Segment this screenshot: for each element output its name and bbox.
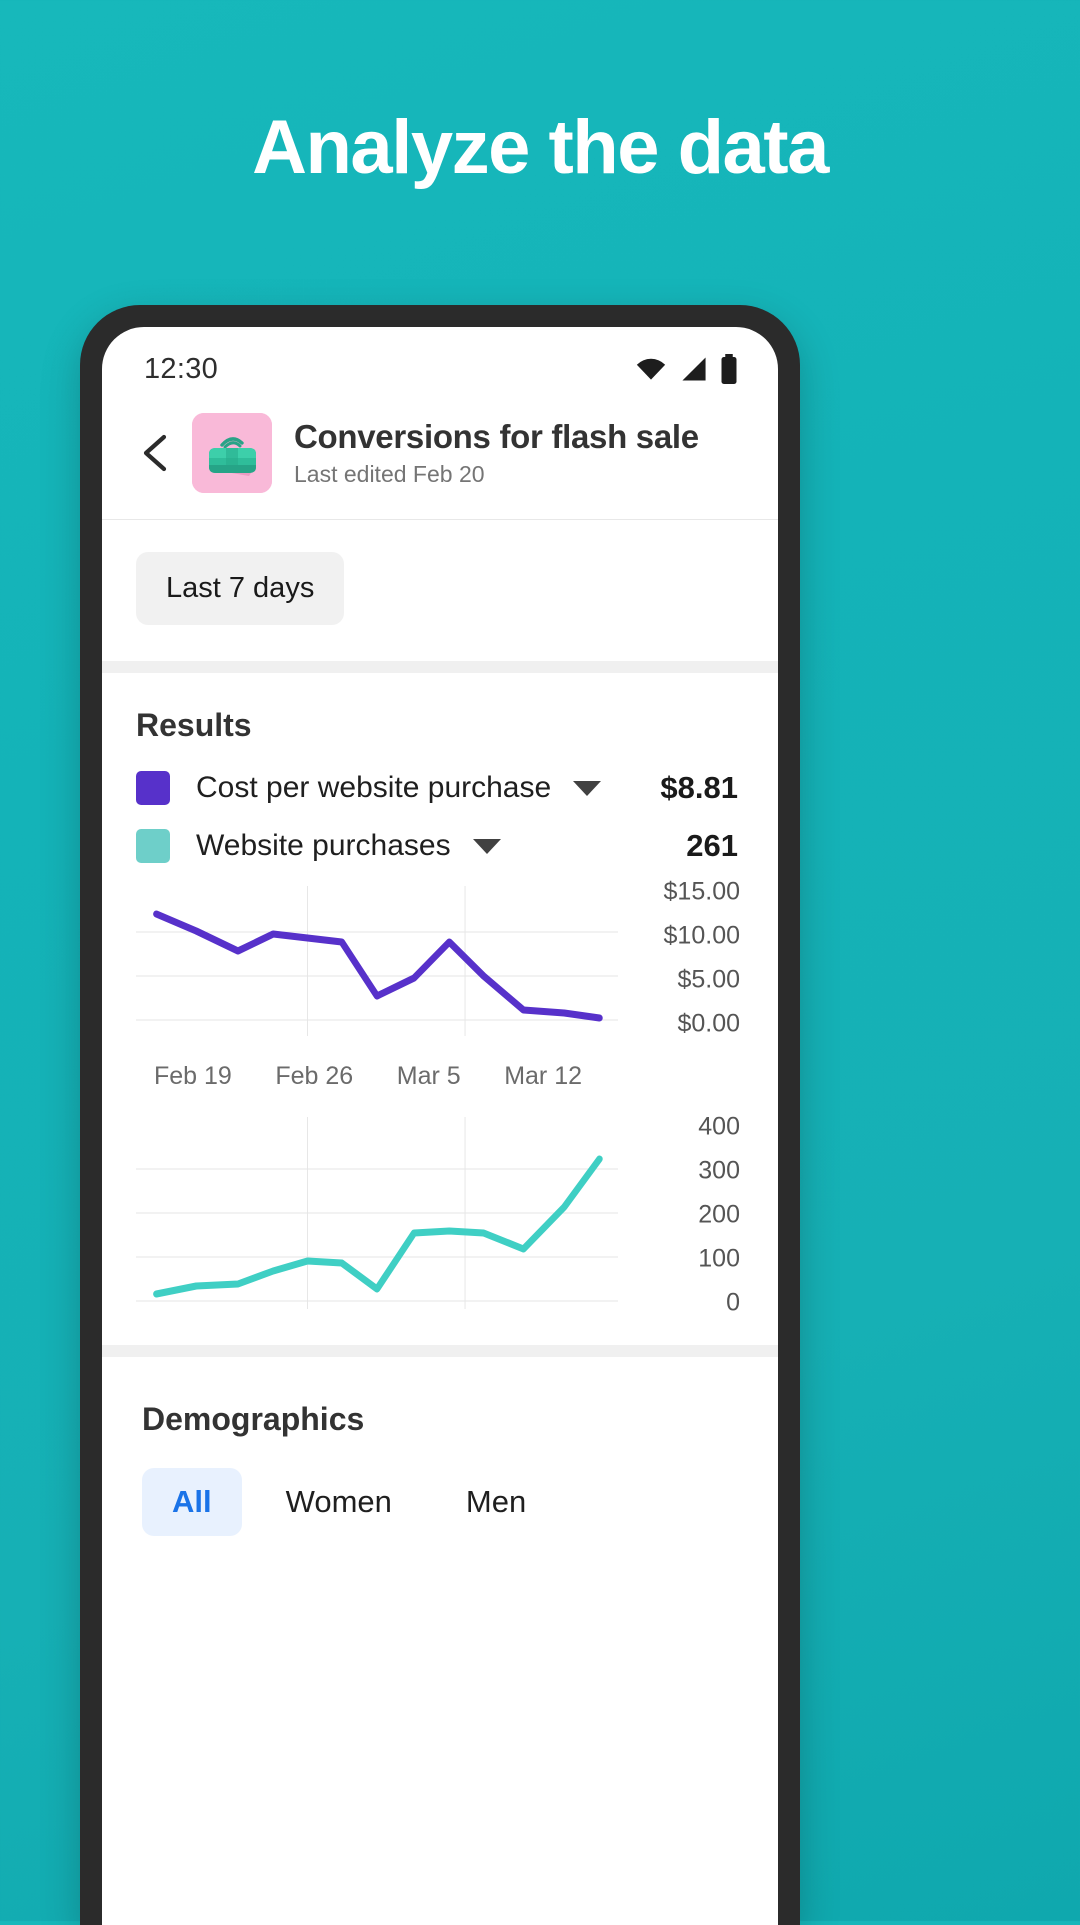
phone-mockup: 12:30 Conversions for flash sale Last ed… bbox=[80, 305, 800, 1925]
demographics-segmented-control: All Women Men bbox=[142, 1468, 744, 1536]
status-bar-icons bbox=[634, 354, 738, 384]
x-tick: Feb 26 bbox=[275, 1062, 354, 1090]
chevron-down-icon[interactable] bbox=[472, 838, 501, 854]
demographics-heading: Demographics bbox=[142, 1401, 365, 1437]
metric-label: Cost per website purchase bbox=[196, 771, 552, 804]
demographics-card: Demographics All Women Men bbox=[102, 1357, 778, 1536]
y-tick: 100 bbox=[698, 1244, 740, 1273]
chevron-left-icon bbox=[143, 434, 167, 472]
tab-women[interactable]: Women bbox=[256, 1468, 422, 1536]
page-subtitle: Last edited Feb 20 bbox=[294, 461, 485, 488]
y-tick: $5.00 bbox=[677, 965, 740, 994]
y-tick: 400 bbox=[698, 1112, 740, 1141]
results-heading: Results bbox=[136, 707, 252, 743]
y-tick: $0.00 bbox=[677, 1009, 740, 1038]
wifi-icon bbox=[636, 358, 666, 380]
chart-svg-purchases bbox=[136, 1117, 618, 1309]
chart-y-axis-purchases: 400 300 200 100 0 bbox=[618, 1113, 748, 1317]
chevron-down-icon[interactable] bbox=[573, 780, 602, 796]
app-bar-titles: Conversions for flash sale Last edited F… bbox=[294, 418, 699, 489]
section-divider bbox=[102, 661, 778, 673]
chart-cost-per-purchase: $15.00 $10.00 $5.00 $0.00 Feb 19 Feb 26 … bbox=[136, 878, 748, 1091]
signal-icon bbox=[682, 357, 706, 381]
hero-banner: Analyze the data bbox=[0, 0, 1080, 188]
section-divider bbox=[102, 1345, 778, 1357]
battery-icon bbox=[721, 354, 737, 384]
metric-row-purchases[interactable]: Website purchases 261 bbox=[136, 828, 748, 864]
duffel-bag-icon bbox=[192, 413, 272, 493]
filter-row: Last 7 days bbox=[102, 520, 778, 661]
phone-screen: 12:30 Conversions for flash sale Last ed… bbox=[102, 327, 778, 1925]
chart-x-axis-cost: Feb 19 Feb 26 Mar 5 Mar 12 bbox=[136, 1046, 618, 1091]
x-tick: Mar 12 bbox=[504, 1062, 582, 1090]
app-bar: Conversions for flash sale Last edited F… bbox=[102, 399, 778, 520]
campaign-thumbnail bbox=[192, 413, 272, 493]
x-tick: Mar 5 bbox=[396, 1062, 461, 1090]
metric-label: Website purchases bbox=[196, 829, 451, 862]
status-bar-clock: 12:30 bbox=[144, 352, 219, 385]
metric-color-swatch bbox=[136, 829, 170, 863]
y-tick: $10.00 bbox=[663, 921, 740, 950]
chart-plot-area bbox=[136, 1117, 618, 1317]
metric-value: $8.81 bbox=[660, 770, 738, 805]
back-button[interactable] bbox=[128, 426, 182, 480]
status-bar: 12:30 bbox=[102, 327, 778, 399]
date-range-chip[interactable]: Last 7 days bbox=[136, 552, 345, 625]
tab-men[interactable]: Men bbox=[436, 1468, 556, 1536]
y-tick: $15.00 bbox=[663, 877, 740, 906]
metric-color-swatch bbox=[136, 771, 170, 805]
y-tick: 300 bbox=[698, 1156, 740, 1185]
metric-value: 261 bbox=[686, 828, 738, 863]
tab-all[interactable]: All bbox=[142, 1468, 242, 1536]
x-tick: Feb 19 bbox=[154, 1062, 232, 1090]
page-title: Conversions for flash sale bbox=[294, 417, 699, 455]
chart-svg-cost bbox=[136, 886, 618, 1036]
hero-title: Analyze the data bbox=[252, 105, 829, 190]
y-tick: 0 bbox=[726, 1288, 740, 1317]
y-tick: 200 bbox=[698, 1200, 740, 1229]
results-card: Results Cost per website purchase $8.81 … bbox=[102, 673, 778, 1317]
chart-website-purchases: 400 300 200 100 0 bbox=[136, 1113, 748, 1317]
chart-y-axis-cost: $15.00 $10.00 $5.00 $0.00 bbox=[618, 878, 748, 1046]
metric-row-cost[interactable]: Cost per website purchase $8.81 bbox=[136, 770, 748, 806]
chart-plot-area bbox=[136, 886, 618, 1046]
